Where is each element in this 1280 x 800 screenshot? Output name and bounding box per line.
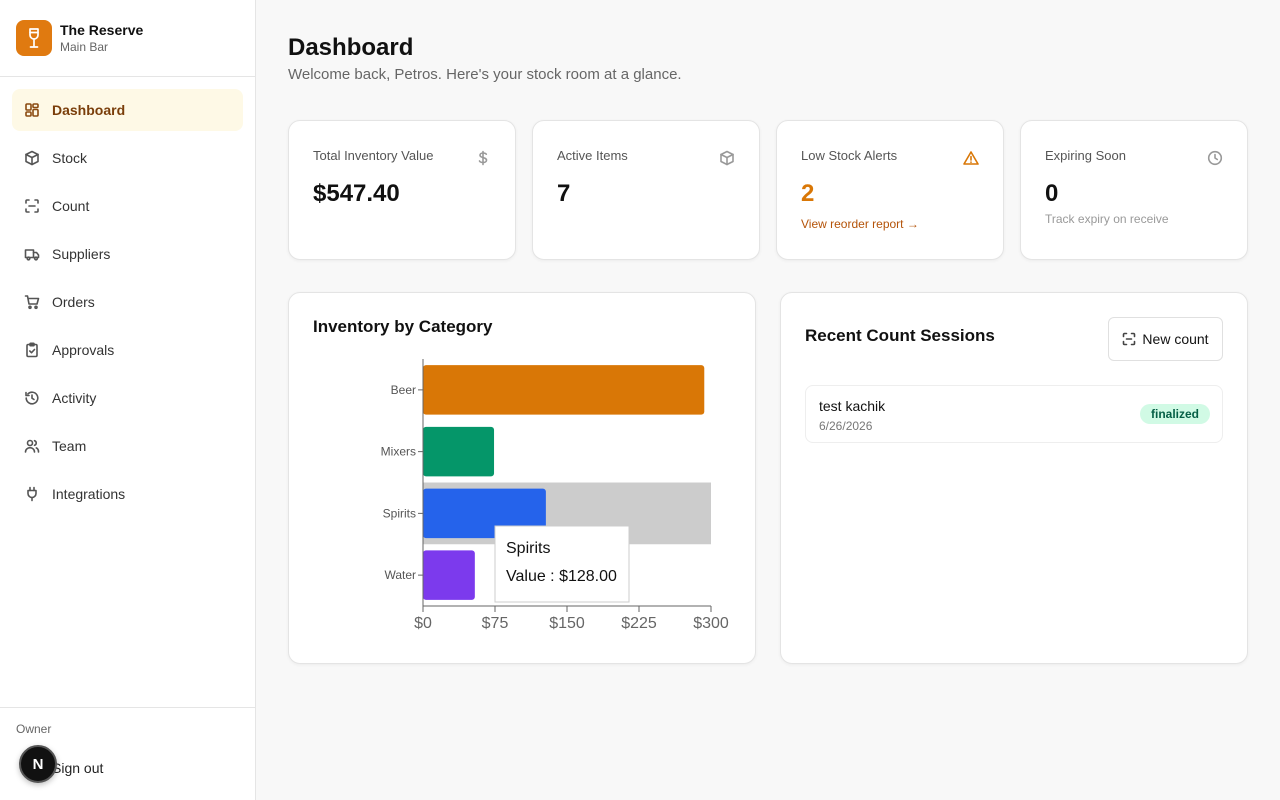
history-icon (24, 390, 40, 406)
sidebar-item-orders[interactable]: Orders (12, 281, 243, 323)
sidebar-item-label: Suppliers (52, 246, 111, 262)
bar-water[interactable] (423, 550, 475, 600)
clipboard-check-icon (24, 342, 40, 358)
chart-tooltip (494, 525, 630, 603)
y-tick-label: Water (384, 568, 416, 582)
box-icon (24, 150, 40, 166)
sidebar-item-label: Activity (52, 390, 97, 406)
box-icon (719, 150, 735, 166)
users-icon (24, 438, 40, 454)
stat-value: 2 (801, 180, 815, 207)
x-tick-label: $150 (549, 615, 585, 632)
inventory-category-chart[interactable]: Beer Mixers Spirits Water $0 $75 $150 $225 $300 S… (289, 293, 755, 663)
x-tick-label: $300 (693, 615, 729, 632)
tooltip-title: Spirits (506, 540, 550, 557)
stat-card-inventory-value: Total Inventory Value $547.40 (288, 120, 516, 260)
clock-icon (1207, 150, 1223, 166)
stat-card-low-stock: Low Stock Alerts 2 View reorder report → (776, 120, 1004, 260)
stat-note: Track expiry on receive (1045, 212, 1169, 226)
stat-value: 7 (557, 180, 571, 207)
sidebar-item-label: Stock (52, 150, 88, 166)
view-reorder-report-link[interactable]: View reorder report → (801, 217, 919, 231)
status-badge: finalized (1139, 404, 1210, 424)
stat-card-active-items: Active Items 7 (532, 120, 760, 260)
sidebar-item-integrations[interactable]: Integrations (12, 473, 243, 515)
sidebar-item-team[interactable]: Team (12, 425, 243, 467)
stat-label: Active Items (557, 148, 628, 163)
stat-card-expiring-soon: Expiring Soon 0 Track expiry on receive (1020, 120, 1248, 260)
plug-icon (24, 486, 40, 502)
recent-count-sessions-card: Recent Count Sessions New count test kac… (780, 292, 1248, 664)
scan-icon (24, 198, 40, 214)
wine-glass-icon (16, 20, 52, 56)
new-count-button[interactable]: New count (1108, 317, 1223, 361)
sessions-title: Recent Count Sessions (805, 326, 995, 345)
y-tick-label: Spirits (383, 506, 416, 520)
dollar-icon (475, 150, 491, 166)
avatar[interactable]: N (19, 745, 57, 783)
page-subtitle: Welcome back, Petros. Here's your stock … (288, 66, 682, 83)
session-date: 6/26/2026 (819, 419, 873, 433)
dashboard-icon (24, 102, 40, 118)
alert-triangle-icon (963, 150, 979, 166)
cart-icon (24, 294, 40, 310)
bar-mixers[interactable] (423, 426, 495, 477)
sidebar-item-dashboard[interactable]: Dashboard (12, 89, 243, 131)
sidebar-item-label: Integrations (52, 486, 126, 502)
sidebar-item-activity[interactable]: Activity (12, 377, 243, 419)
truck-icon (24, 246, 40, 262)
brand-name: The Reserve (60, 21, 144, 38)
bar-beer[interactable] (423, 365, 705, 415)
inventory-by-category-card: Inventory by Category Beer Mixers Spirits W… (288, 292, 756, 664)
stat-value: $547.40 (313, 180, 400, 207)
count-session-row[interactable]: test kachik 6/26/2026 finalized (805, 385, 1223, 443)
y-tick-label: Beer (391, 383, 416, 397)
sign-out-button[interactable]: Sign out (52, 760, 103, 776)
brand-subtitle: Main Bar (60, 39, 109, 54)
y-tick-label: Mixers (381, 445, 416, 459)
sidebar: The Reserve Main Bar Dashboard Stock Cou… (0, 0, 256, 800)
tooltip-value: Value : $128.00 (506, 568, 617, 585)
page-title: Dashboard (288, 34, 414, 61)
sidebar-nav: Dashboard Stock Count Suppliers Orders A… (0, 77, 255, 515)
sidebar-item-label: Count (52, 198, 90, 214)
sidebar-item-stock[interactable]: Stock (12, 137, 243, 179)
sidebar-item-label: Team (52, 438, 87, 454)
sidebar-item-approvals[interactable]: Approvals (12, 329, 243, 371)
stat-label: Expiring Soon (1045, 148, 1126, 163)
sidebar-item-suppliers[interactable]: Suppliers (12, 233, 243, 275)
stat-value: 0 (1045, 180, 1059, 207)
sidebar-footer: Owner Sign out N (0, 707, 255, 800)
sidebar-item-label: Dashboard (52, 102, 126, 118)
brand[interactable]: The Reserve Main Bar (0, 0, 255, 77)
x-tick-label: $225 (621, 615, 657, 632)
user-role: Owner (16, 722, 52, 736)
sidebar-item-label: Approvals (52, 342, 115, 358)
scan-icon (1123, 332, 1136, 346)
sidebar-item-count[interactable]: Count (12, 185, 243, 227)
sidebar-item-label: Orders (52, 294, 95, 310)
x-tick-label: $0 (414, 615, 432, 632)
stat-label: Low Stock Alerts (801, 148, 898, 163)
session-name: test kachik (819, 398, 886, 414)
new-count-label: New count (1142, 331, 1209, 347)
stat-label: Total Inventory Value (313, 148, 434, 163)
x-tick-label: $75 (482, 615, 509, 632)
